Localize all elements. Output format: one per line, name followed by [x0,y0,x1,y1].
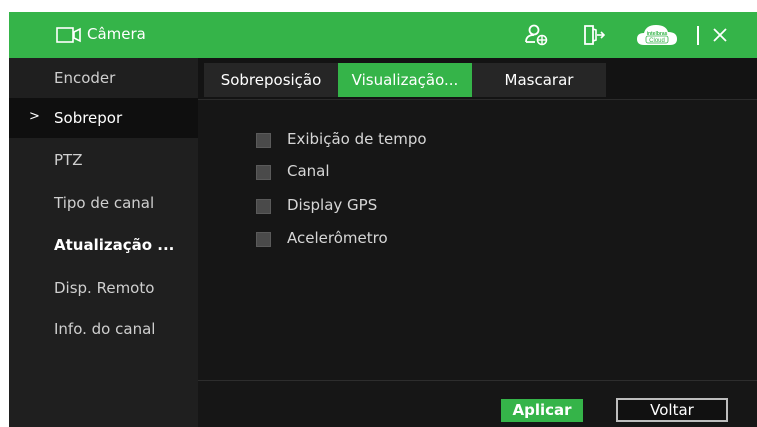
cloud-label: Cloud [649,38,665,44]
sidebar-item-encoder[interactable]: Encoder [9,58,198,98]
selected-arrow-icon: > [29,109,40,124]
apply-button[interactable]: Aplicar [501,399,583,422]
sidebar-item-label: Disp. Remoto [54,279,155,297]
user-settings-icon[interactable] [525,24,549,46]
exit-icon[interactable] [583,24,605,46]
tab-sobreposicao[interactable]: Sobreposição [204,63,338,97]
checkbox[interactable] [256,199,271,214]
cloud-icon[interactable]: intelbras Cloud [636,24,678,46]
camera-window: Câmera intelbras Cloud Encoder > Sobrepo… [9,12,757,427]
checkbox[interactable] [256,232,271,247]
sidebar-item-label: Encoder [54,69,116,87]
back-button[interactable]: Voltar [616,398,728,422]
sidebar-item-label: Sobrepor [54,109,123,127]
sidebar-item-info-do-canal[interactable]: Info. do canal [9,309,198,349]
sidebar-item-disp-remoto[interactable]: Disp. Remoto [9,268,198,308]
camera-icon [56,27,81,43]
tab-bar: Sobreposição Visualização... Mascarar [198,58,757,100]
title-bar: Câmera intelbras Cloud [9,12,757,58]
sidebar-item-tipo-de-canal[interactable]: Tipo de canal [9,183,198,223]
sidebar-item-label: Atualização ... [54,236,175,254]
options-panel: Exibição de tempo Canal Display GPS Acel… [198,100,757,380]
tab-mascarar[interactable]: Mascarar [472,63,606,97]
footer-divider [198,380,757,381]
checkbox-label: Acelerômetro [287,229,388,247]
checkbox-label: Canal [287,162,330,180]
sidebar: Encoder > Sobrepor PTZ Tipo de canal Atu… [9,58,198,427]
close-icon[interactable] [713,28,727,42]
sidebar-item-ptz[interactable]: PTZ [9,140,198,180]
sidebar-item-atualizacao[interactable]: Atualização ... [9,225,198,265]
sidebar-item-label: PTZ [54,151,83,169]
checkbox-label: Display GPS [287,196,378,214]
sidebar-item-label: Tipo de canal [54,194,155,212]
sidebar-item-label: Info. do canal [54,320,156,338]
sidebar-item-sobrepor[interactable]: > Sobrepor [9,98,198,138]
window-title: Câmera [87,25,146,43]
checkbox[interactable] [256,133,271,148]
checkbox-label: Exibição de tempo [287,130,427,148]
checkbox[interactable] [256,165,271,180]
title-separator [697,26,699,45]
tab-visualizacao[interactable]: Visualização... [338,63,472,97]
